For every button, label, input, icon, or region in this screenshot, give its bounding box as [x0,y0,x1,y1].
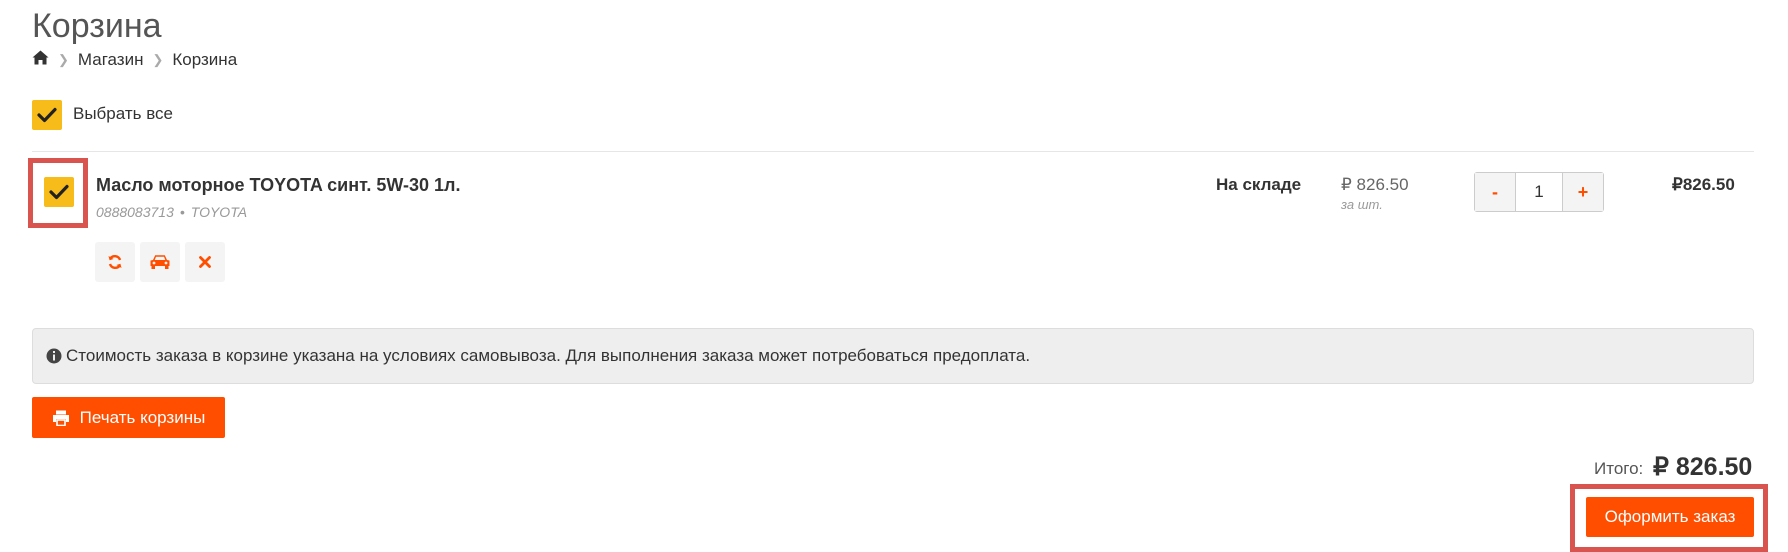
quantity-input[interactable]: 1 [1516,173,1562,211]
breadcrumb: ❯ Магазин ❯ Корзина [32,49,237,71]
notice-text: Стоимость заказа в корзине указана на ус… [66,346,1031,365]
product-meta: 0888083713 • TOYOTA [96,204,247,220]
refresh-button[interactable] [95,242,135,282]
car-icon [150,255,170,269]
total-value: ₽ 826.50 [1653,453,1753,481]
refresh-icon [108,254,122,270]
checkout-button[interactable]: Оформить заказ [1586,497,1754,537]
product-name[interactable]: Масло моторное TOYOTA синт. 5W-30 1л. [96,175,460,196]
total-label: Итого: [1594,459,1644,478]
item-checkbox[interactable] [44,177,74,207]
product-article: 0888083713 [96,204,174,220]
breadcrumb-item-shop[interactable]: Магазин [78,50,144,70]
print-cart-button[interactable]: Печать корзины [32,397,225,438]
price-unit: за шт. [1341,197,1383,212]
car-button[interactable] [140,242,180,282]
quantity-increase-button[interactable]: + [1562,173,1603,211]
chevron-right-icon: ❯ [58,52,69,67]
page-title: Корзина [32,7,162,45]
line-total: ₽826.50 [1672,175,1735,194]
chevron-right-icon: ❯ [152,52,164,67]
close-icon [199,256,211,268]
divider [32,151,1754,152]
quantity-decrease-button[interactable]: - [1475,173,1516,211]
remove-item-button[interactable] [185,242,225,282]
select-all-checkbox[interactable] [32,100,62,130]
home-icon[interactable] [32,50,49,70]
meta-separator: • [179,204,185,220]
print-cart-label: Печать корзины [79,407,206,427]
select-all-label[interactable]: Выбрать все [73,104,173,124]
unit-price: ₽ 826.50 [1341,175,1409,194]
availability-status: На складе [1216,175,1302,194]
print-icon [52,410,69,426]
checkmark-icon [49,184,69,200]
checkmark-icon [37,107,57,123]
info-circle-icon [46,348,62,364]
notice-box: Стоимость заказа в корзине указана на ус… [32,328,1754,384]
product-brand: TOYOTA [190,204,248,220]
breadcrumb-item-cart: Корзина [172,50,238,69]
quantity-stepper: - 1 + [1474,172,1604,212]
